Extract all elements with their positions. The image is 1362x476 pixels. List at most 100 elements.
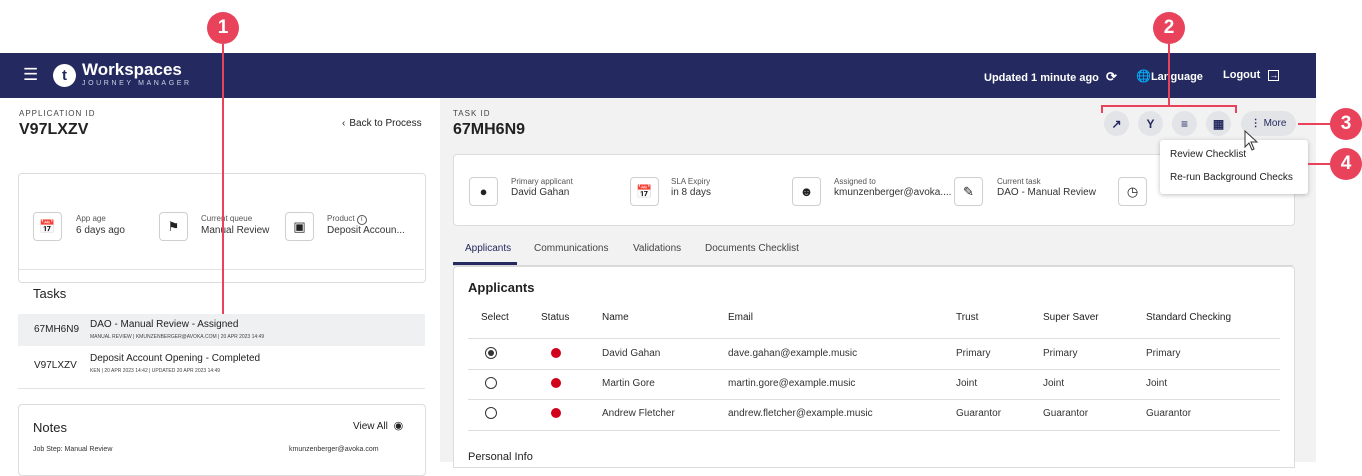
tab-communications[interactable]: Communications	[534, 243, 608, 254]
updated-status: Updated 1 minute ago ⟳	[984, 69, 1117, 85]
applicant-name: David Gahan	[602, 348, 661, 359]
calendar-icon: 📅	[33, 212, 62, 241]
row-divider	[468, 430, 1280, 431]
select-radio[interactable]	[485, 377, 497, 389]
chevron-left-icon: ‹	[342, 118, 346, 129]
document-icon[interactable]: ▦	[1206, 111, 1231, 136]
applicant-email: dave.gahan@example.music	[728, 348, 858, 359]
row-divider	[468, 369, 1280, 370]
logout-button[interactable]: Logout →	[1223, 69, 1280, 81]
applicant-standard-checking: Primary	[1146, 348, 1181, 359]
divider	[18, 269, 424, 270]
column-header-status: Status	[541, 312, 570, 323]
hamburger-menu-icon[interactable]: ☰	[23, 66, 38, 83]
task-row[interactable]: V97LXZV Deposit Account Opening - Comple…	[18, 348, 425, 380]
notes-card: Notes View All ◉ Job Step: Manual Review…	[18, 404, 426, 476]
current-queue-label: Current queue	[201, 214, 253, 223]
current-queue-value: Manual Review	[201, 225, 270, 236]
column-header-name: Name	[602, 312, 629, 323]
select-radio[interactable]	[485, 407, 497, 419]
globe-icon: 🌐	[1136, 69, 1151, 83]
top-navbar: ☰ t Workspaces JOURNEY MANAGER Updated 1…	[0, 53, 1316, 98]
row-divider	[468, 399, 1280, 400]
applicant-standard-checking: Joint	[1146, 378, 1168, 389]
refresh-icon[interactable]: ⟳	[1106, 69, 1117, 84]
tab-validations[interactable]: Validations	[633, 243, 681, 254]
logo-icon: t	[53, 64, 76, 87]
task-row-meta: KEN | 20 APR 2023 14:42 | UPDATED 20 APR…	[90, 368, 221, 374]
more-vert-icon: ⋮	[1250, 118, 1261, 129]
view-all-link[interactable]: View All ◉	[353, 419, 403, 432]
updated-text: Updated 1 minute ago	[984, 72, 1099, 84]
clock-icon: ◷	[1118, 177, 1147, 206]
list-icon[interactable]: ≡	[1172, 111, 1197, 136]
briefcase-icon: ▣	[285, 212, 314, 241]
app-title: Workspaces	[82, 60, 182, 79]
primary-applicant-value: David Gahan	[511, 187, 570, 198]
applicants-card	[453, 266, 1295, 468]
applicant-super-saver: Joint	[1043, 378, 1065, 389]
product-value: Deposit Accoun...	[327, 225, 405, 236]
task-row-title: Deposit Account Opening - Completed	[90, 353, 261, 364]
tab-applicants[interactable]: Applicants	[465, 243, 511, 254]
status-dot	[551, 408, 561, 418]
status-dot	[551, 378, 561, 388]
info-icon[interactable]: i	[356, 215, 367, 225]
app-age-value: 6 days ago	[76, 225, 125, 236]
applicant-trust: Joint	[956, 378, 978, 389]
task-row-selected[interactable]: 67MH6N9 DAO - Manual Review - Assigned M…	[18, 314, 425, 346]
callout-2-bracket-left	[1101, 105, 1103, 113]
assigned-to-value: kmunzenberger@avoka....	[834, 187, 952, 198]
callout-1-line	[222, 44, 224, 314]
applicant-super-saver: Guarantor	[1043, 408, 1089, 419]
primary-applicant-label: Primary applicant	[511, 177, 573, 186]
calendar-icon: 📅	[630, 177, 659, 206]
applicant-email: andrew.fletcher@example.music	[728, 408, 873, 419]
callout-2-line	[1168, 44, 1170, 106]
task-row-id: V97LXZV	[34, 360, 77, 371]
fork-icon[interactable]: Y	[1138, 111, 1163, 136]
callout-2: 2	[1153, 12, 1185, 44]
applicant-email: martin.gore@example.music	[728, 378, 856, 389]
menu-item-rerun-background-checks[interactable]: Re-run Background Checks	[1170, 172, 1293, 183]
personal-info-heading: Personal Info	[468, 451, 533, 463]
callout-2-bracket-right	[1235, 105, 1237, 113]
callout-4: 4	[1330, 148, 1362, 180]
status-dot	[551, 348, 561, 358]
task-row-id: 67MH6N9	[34, 324, 80, 335]
menu-item-review-checklist[interactable]: Review Checklist	[1170, 149, 1246, 160]
applicant-standard-checking: Guarantor	[1146, 408, 1192, 419]
task-row-meta: MANUAL REVIEW | KMUNZENBERGER@AVOKA.COM …	[90, 334, 265, 340]
application-panel: APPLICATION ID V97LXZV ‹ Back to Process …	[0, 98, 440, 476]
tab-documents-checklist[interactable]: Documents Checklist	[705, 243, 799, 254]
select-radio[interactable]	[485, 347, 497, 359]
application-id: V97LXZV	[19, 121, 89, 138]
notes-title: Notes	[33, 420, 67, 435]
back-to-process-link[interactable]: ‹ Back to Process	[342, 118, 422, 129]
tasks-title: Tasks	[33, 286, 67, 301]
flag-icon: ⚑	[159, 212, 188, 241]
more-label: More	[1263, 118, 1287, 129]
callout-3: 3	[1330, 108, 1362, 140]
applicant-name: Andrew Fletcher	[602, 408, 675, 419]
assigned-to-label: Assigned to	[834, 177, 876, 186]
callout-1: 1	[207, 12, 239, 44]
divider	[18, 388, 425, 389]
eye-icon: ◉	[393, 420, 404, 432]
view-all-label: View All	[353, 421, 388, 432]
sla-expiry-value: in 8 days	[671, 187, 712, 198]
applicant-super-saver: Primary	[1043, 348, 1078, 359]
app-age-label: App age	[76, 214, 106, 223]
callout-2-bracket	[1101, 105, 1237, 107]
open-external-icon[interactable]: ↗	[1104, 111, 1129, 136]
mouse-pointer-icon	[1244, 129, 1260, 157]
language-label: Language	[1150, 71, 1203, 83]
task-id: 67MH6N9	[453, 121, 526, 138]
account-icon: ☻	[792, 177, 821, 206]
logout-icon: →	[1268, 70, 1280, 81]
row-divider	[468, 338, 1280, 339]
more-dropdown-menu: Review Checklist Re-run Background Check…	[1160, 140, 1308, 194]
column-header-standard-checking: Standard Checking	[1146, 312, 1232, 323]
application-id-label: APPLICATION ID	[19, 109, 96, 118]
active-tab-indicator	[453, 262, 517, 265]
